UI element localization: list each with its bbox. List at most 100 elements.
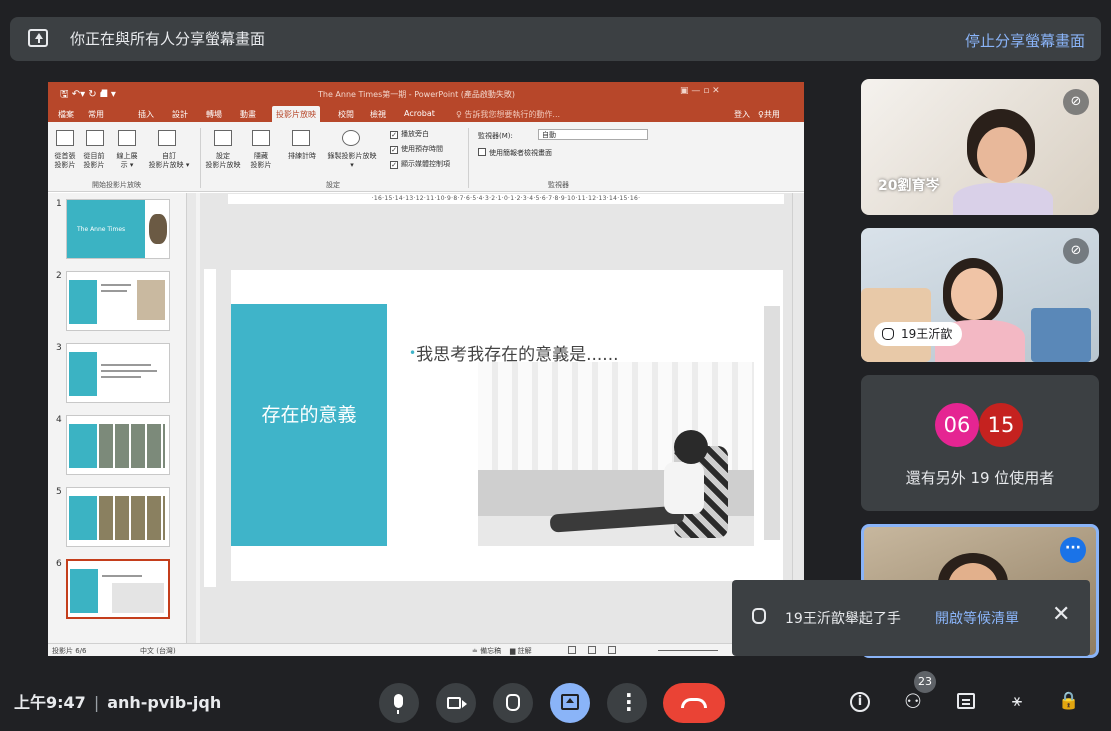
notes-button[interactable]: ≐ 備忘稿 [472,646,501,656]
tab-acrobat[interactable]: Acrobat [404,109,435,118]
presenter-view-label: 使用簡報者檢視畫面 [489,149,552,157]
chat-icon[interactable] [957,693,975,709]
more-options-button[interactable]: · · · [607,683,647,723]
thumb-text-line [102,575,142,577]
use-timings-checkbox[interactable]: ✓ 使用預存時間 [390,144,443,154]
zoom-slider[interactable] [658,650,718,651]
video-person-face [951,268,997,320]
activities-icon[interactable]: ⚹ [1004,691,1030,717]
slide-thumbnail-2[interactable] [66,271,170,331]
others-count-text: 還有另外 19 位使用者 [905,469,1055,487]
raised-hand-name: 19王沂歆 [901,327,953,341]
record-show-button[interactable]: 錄製投影片放映 ▾ [322,152,382,170]
group-monitor-label: 監視器 [548,181,569,189]
presenting-banner: 你正在與所有人分享螢幕畫面 停止分享螢幕畫面 [10,17,1101,61]
present-online-button[interactable]: 線上展 示 ▾ [111,152,143,170]
sorter-view-icon[interactable] [588,646,596,654]
setup-show-button[interactable]: 設定 投影片放映 [203,152,243,170]
slide-number: 1 [56,199,62,209]
tab-design[interactable]: 設計 [172,109,188,120]
slide-number: 6 [56,559,62,569]
share-button[interactable]: ♀共用 [758,109,780,120]
present-button[interactable] [550,683,590,723]
tab-transitions[interactable]: 轉場 [206,109,222,120]
thumb-title: The Anne Times [77,226,126,233]
editor-scrollbar[interactable] [792,193,802,643]
reading-view-icon[interactable] [608,646,616,654]
slide-thumbnail-5[interactable] [66,487,170,547]
slide-number: 3 [56,343,62,353]
from-start-button[interactable]: 從首張 投影片 [50,152,80,170]
thumbnail-scrollbar[interactable] [186,193,196,643]
rehearse-timings-button[interactable]: 排練計時 [282,152,322,161]
open-queue-button[interactable]: 開啟等候清單 [935,608,1019,628]
presenter-view-checkbox[interactable]: 使用簡報者檢視畫面 [478,148,552,158]
comments-button[interactable]: ▆ 註解 [510,646,532,656]
camera-icon [447,697,467,709]
more-horiz-icon[interactable]: ··· [1060,537,1086,563]
slide-thumbnail-6[interactable] [66,559,170,619]
slide-scrollbar[interactable] [764,306,780,540]
window-title: The Anne Times第一期 - PowerPoint (產品啟動失敗) [318,90,516,99]
raise-hand-button[interactable] [493,683,533,723]
slide-thumbnail-1[interactable]: The Anne Times [66,199,170,259]
presenting-message: 你正在與所有人分享螢幕畫面 [70,30,266,48]
slide-thumbnail-4[interactable] [66,415,170,475]
hide-slide-button[interactable]: 隱藏 投影片 [246,152,276,170]
more-vert-icon: · · · [625,683,633,721]
photo-child-head [674,430,708,464]
vertical-ruler [204,269,216,587]
participant-name: 20劉育岑 [878,178,940,194]
tab-review[interactable]: 校閱 [338,109,354,120]
thumb-text-line [101,364,151,366]
checkmark-icon: ✓ [390,146,398,154]
slide-thumbnail-3[interactable] [66,343,170,403]
mic-button[interactable] [379,683,419,723]
mic-off-icon: ⊘ [1063,89,1089,115]
tab-insert[interactable]: 插入 [138,109,154,120]
people-icon[interactable]: ⚇ [900,689,926,715]
slide-number: 4 [56,415,62,425]
stop-sharing-button[interactable]: 停止分享螢幕畫面 [965,30,1085,51]
thumb-text-line [101,290,127,292]
tab-view[interactable]: 檢視 [370,109,386,120]
participant-tile[interactable]: 19王沂歆 ⊘ [861,228,1099,362]
play-narrations-checkbox[interactable]: ✓ 播放旁白 [390,129,429,139]
meet-window: 你正在與所有人分享螢幕畫面 停止分享螢幕畫面 🖫 ↶▾ ↻ ⛘ ▾ The An… [0,0,1111,731]
lock-icon[interactable]: 🔒 [1056,691,1082,717]
toast-message: 19王沂歆舉起了手 [785,611,901,627]
thumb-text-line [101,376,141,378]
setup-show-icon [214,130,232,146]
participant-tile[interactable]: 20劉育岑 ⊘ [861,79,1099,215]
others-avatars: 06 15 [935,403,1035,447]
custom-show-button[interactable]: 自訂 投影片放映 ▾ [142,152,196,170]
ribbon-separator [468,128,469,188]
hide-slide-icon [252,130,270,146]
info-icon[interactable]: i [850,692,870,712]
shared-screen: 🖫 ↶▾ ↻ ⛘ ▾ The Anne Times第一期 - PowerPoin… [48,82,804,656]
current-slide[interactable]: 存在的意義 •我思考我存在的意義是...... [231,270,783,581]
tab-animations[interactable]: 動畫 [240,109,256,120]
close-icon[interactable]: ✕ [1052,602,1070,627]
tell-me-search[interactable]: ♀ 告訴我您想要執行的動作... [456,109,560,120]
quick-access-toolbar[interactable]: 🖫 ↶▾ ↻ ⛘ ▾ [60,87,116,104]
others-tile[interactable]: 06 15 還有另外 19 位使用者 [861,375,1099,511]
show-media-controls-checkbox[interactable]: ✓ 顯示媒體控制項 [390,159,450,169]
window-controls[interactable]: ▣ — ▫ ✕ [680,86,720,96]
tab-home[interactable]: 常用 [88,109,104,120]
end-call-button[interactable] [663,683,725,723]
tab-file[interactable]: 檔案 [58,109,74,120]
clock: 上午9:47 [14,693,86,712]
show-media-controls-label: 顯示媒體控制項 [401,160,450,168]
thumb-image [149,214,167,244]
mic-icon [394,694,403,714]
sign-in-link[interactable]: 登入 [734,109,750,120]
ribbon-separator [200,128,201,188]
tab-slideshow[interactable]: 投影片放映 [272,106,320,122]
monitor-select[interactable]: 自動 [538,129,648,140]
camera-button[interactable] [436,683,476,723]
rehearse-timings-icon [292,130,310,146]
slide-count: 投影片 6/6 [52,647,87,655]
normal-view-icon[interactable] [568,646,576,654]
from-current-button[interactable]: 從目前 投影片 [79,152,109,170]
